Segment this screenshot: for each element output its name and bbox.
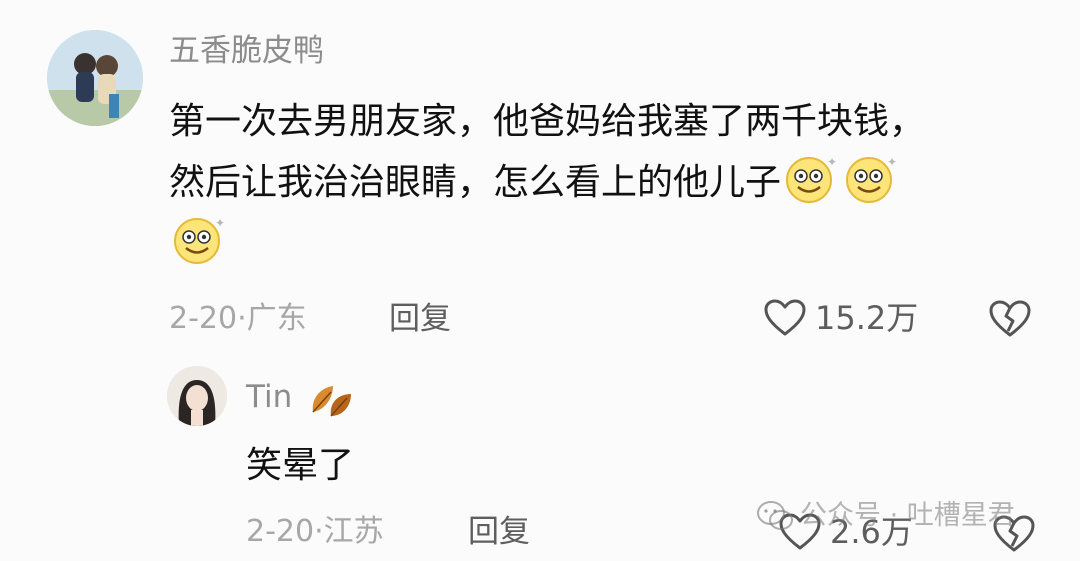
dizzy-smile-emoji-icon: ✦ [174,216,225,264]
comment-text-line: 然后让我治治眼睛，怎么看上的他儿子 ✦ ✦ [169,152,1049,213]
wechat-icon [757,501,793,530]
heart-icon [764,299,806,336]
reply-meta: 2-20·江苏 [246,514,384,549]
comment-text-line: ✦ [169,213,1049,274]
svg-text:✦: ✦ [827,155,837,169]
watermark-text: 公众号 · 吐槽星君 [800,500,1015,531]
reply-text: 笑晕了 [246,445,355,486]
reply-button[interactable]: 回复 [468,512,530,552]
watermark: 公众号 · 吐槽星君 [756,498,1015,534]
comment-meta: 2-20·广东 [169,301,307,336]
like-button[interactable]: 15.2万 [763,298,918,338]
comment-text-line: 第一次去男朋友家，他爸妈给我塞了两千块钱， [169,101,926,142]
dizzy-smile-emoji-icon: ✦ [846,155,897,203]
comment-username[interactable]: 五香脆皮鸭 [169,31,324,71]
comment-text-line-content: 然后让我治治眼睛，怎么看上的他儿子 [169,162,782,203]
reply-button[interactable]: 回复 [389,299,451,339]
dizzy-smile-emoji-icon: ✦ [786,155,837,203]
avatar[interactable] [167,366,227,426]
avatar[interactable] [47,30,143,126]
like-count: 15.2万 [815,299,919,337]
reply-username[interactable]: Tin [246,377,292,417]
comment-text: 第一次去男朋友家，他爸妈给我塞了两千块钱， 然后让我治治眼睛，怎么看上的他儿子 ✦… [169,92,1049,274]
svg-text:✦: ✦ [215,216,225,230]
svg-text:✦: ✦ [887,155,897,169]
broken-heart-icon[interactable] [988,299,1032,339]
autumn-leaf-icon [312,386,351,417]
